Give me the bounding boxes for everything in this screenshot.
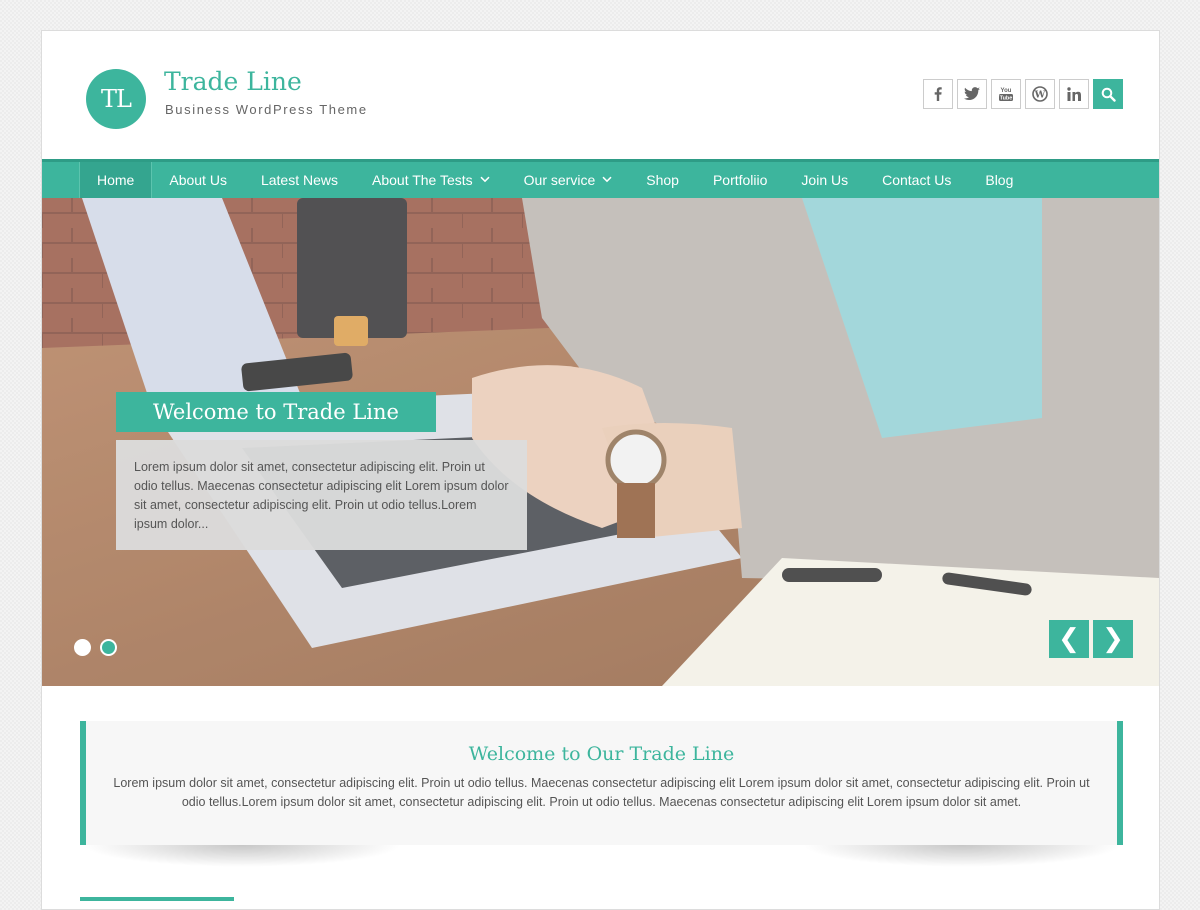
slider-dot-2[interactable]	[100, 639, 117, 656]
slider-arrows: ❮ ❯	[1049, 620, 1133, 658]
slider-prev-button[interactable]: ❮	[1049, 620, 1089, 658]
welcome-section: Welcome to Our Trade Line Lorem ipsum do…	[80, 721, 1123, 845]
section-accent-bar	[80, 897, 234, 901]
svg-text:Tube: Tube	[1000, 96, 1013, 102]
chevron-down-icon	[602, 175, 612, 186]
main-navigation: Home About Us Latest News About The Test…	[42, 159, 1159, 198]
linkedin-icon[interactable]	[1059, 79, 1089, 109]
nav-item-our-service[interactable]: Our service	[507, 162, 630, 198]
page-wrapper: TL Trade Line Business WordPress Theme Y…	[41, 30, 1160, 910]
chevron-right-icon: ❯	[1102, 624, 1124, 654]
nav-item-blog[interactable]: Blog	[968, 162, 1030, 198]
nav-item-shop[interactable]: Shop	[629, 162, 696, 198]
section-shadow	[802, 845, 1122, 867]
twitter-icon[interactable]	[957, 79, 987, 109]
slider-dot-1[interactable]	[74, 639, 91, 656]
slider-title: Welcome to Trade Line	[116, 392, 436, 432]
slider-next-button[interactable]: ❯	[1093, 620, 1133, 658]
site-title[interactable]: Trade Line	[164, 67, 302, 96]
logo-text: TL	[101, 85, 132, 113]
section-shadow	[82, 845, 402, 867]
search-icon[interactable]	[1093, 79, 1123, 109]
social-links: You Tube W	[923, 79, 1123, 109]
site-tagline: Business WordPress Theme	[165, 102, 368, 117]
nav-item-contact-us[interactable]: Contact Us	[865, 162, 968, 198]
svg-text:W: W	[1034, 89, 1046, 100]
nav-item-about-us[interactable]: About Us	[152, 162, 244, 198]
nav-item-home[interactable]: Home	[79, 162, 153, 198]
youtube-icon[interactable]: You Tube	[991, 79, 1021, 109]
welcome-title: Welcome to Our Trade Line	[468, 743, 735, 765]
nav-item-latest-news[interactable]: Latest News	[244, 162, 355, 198]
wordpress-icon[interactable]: W	[1025, 79, 1055, 109]
svg-text:You: You	[1001, 88, 1012, 94]
site-logo[interactable]: TL	[86, 69, 146, 129]
facebook-icon[interactable]	[923, 79, 953, 109]
hero-slider: Welcome to Trade Line Lorem ipsum dolor …	[42, 198, 1159, 686]
nav-item-about-the-tests[interactable]: About The Tests	[355, 162, 507, 198]
nav-item-portfolio[interactable]: Portfoliio	[696, 162, 784, 198]
welcome-text: Lorem ipsum dolor sit amet, consectetur …	[113, 776, 1090, 809]
chevron-left-icon: ❮	[1058, 624, 1080, 654]
slider-pagination	[74, 639, 117, 656]
slider-text: Lorem ipsum dolor sit amet, consectetur …	[116, 440, 527, 550]
nav-item-join-us[interactable]: Join Us	[784, 162, 865, 198]
chevron-down-icon	[480, 175, 490, 186]
